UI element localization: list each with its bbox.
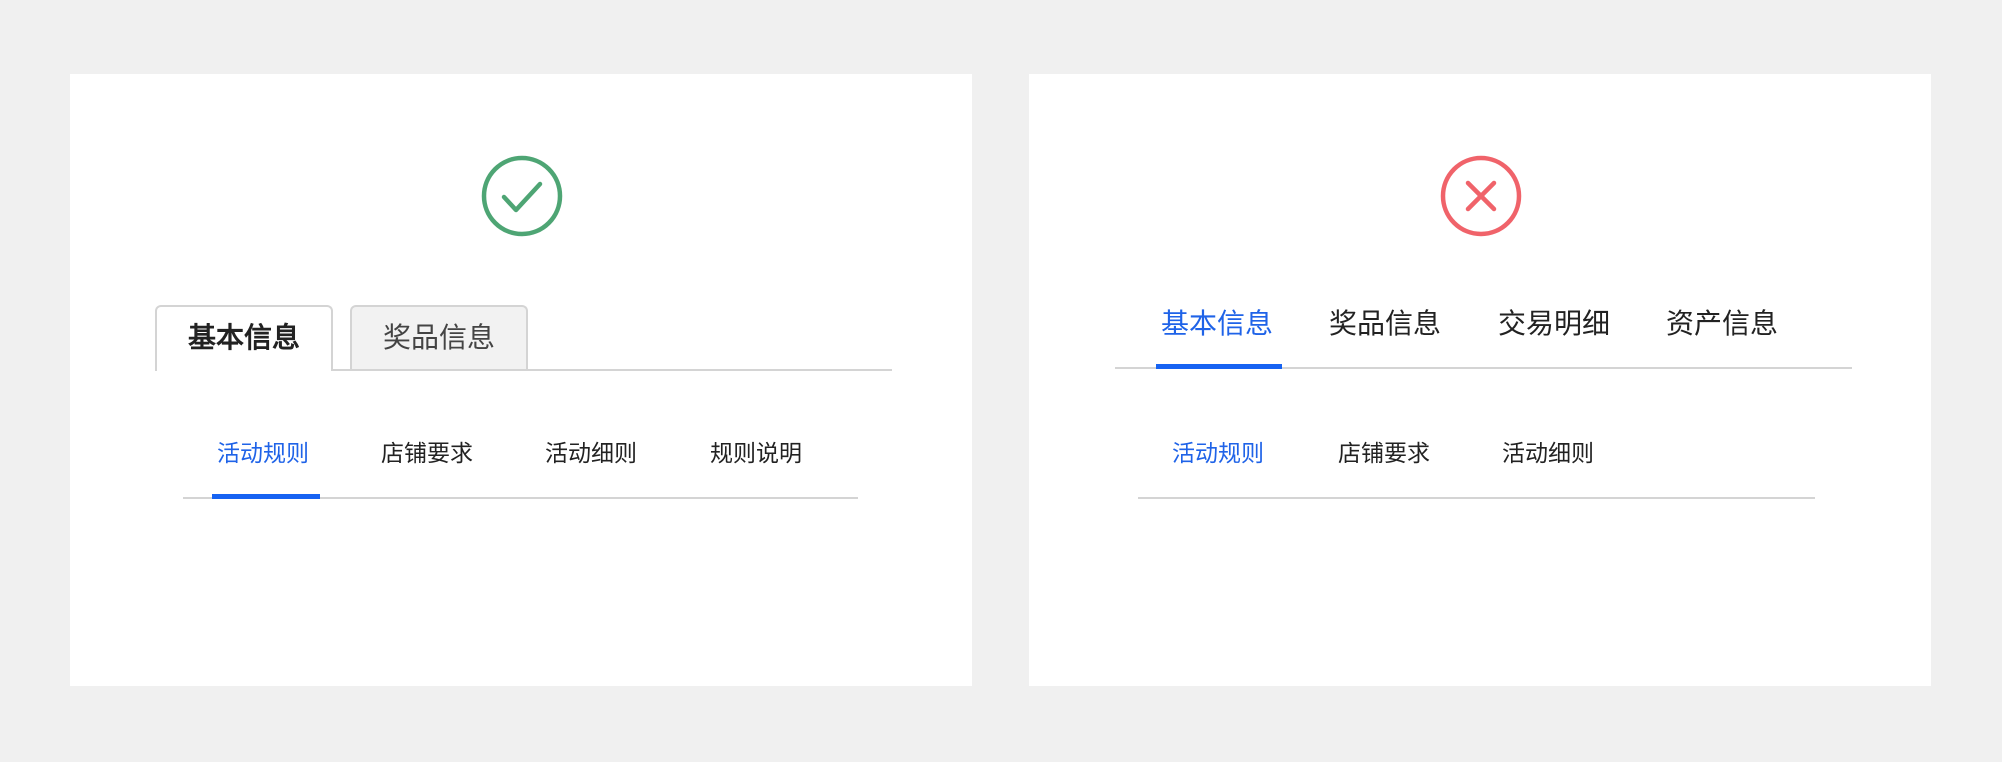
subtab-activity-rules[interactable]: 活动规则 bbox=[217, 438, 309, 468]
active-tab-indicator bbox=[1156, 364, 1282, 369]
tab-basic-info[interactable]: 基本信息 bbox=[1161, 307, 1273, 341]
subtab-store-requirements[interactable]: 店铺要求 bbox=[381, 438, 473, 468]
tab-asset-info[interactable]: 资产信息 bbox=[1666, 307, 1778, 341]
subtab-store-requirements[interactable]: 店铺要求 bbox=[1338, 438, 1430, 468]
check-circle-icon bbox=[481, 155, 563, 237]
x-circle-icon bbox=[1440, 155, 1522, 237]
subtabs-divider bbox=[1138, 497, 1815, 499]
correct-example-card: 基本信息 奖品信息 活动规则 店铺要求 活动细则 规则说明 bbox=[70, 74, 972, 686]
tab-prize-info[interactable]: 奖品信息 bbox=[1329, 307, 1441, 341]
subtab-rule-description[interactable]: 规则说明 bbox=[710, 438, 802, 468]
active-subtab-indicator bbox=[212, 494, 320, 499]
incorrect-example-card: 基本信息 奖品信息 交易明细 资产信息 活动规则 店铺要求 活动细则 bbox=[1029, 74, 1931, 686]
tab-transaction-details[interactable]: 交易明细 bbox=[1498, 307, 1610, 341]
subtab-activity-rules[interactable]: 活动规则 bbox=[1172, 438, 1264, 468]
card-tab-prize-info[interactable]: 奖品信息 bbox=[350, 305, 528, 369]
card-tab-basic-info[interactable]: 基本信息 bbox=[155, 305, 333, 371]
subtab-activity-details[interactable]: 活动细则 bbox=[545, 438, 637, 468]
subtab-activity-details[interactable]: 活动细则 bbox=[1502, 438, 1594, 468]
